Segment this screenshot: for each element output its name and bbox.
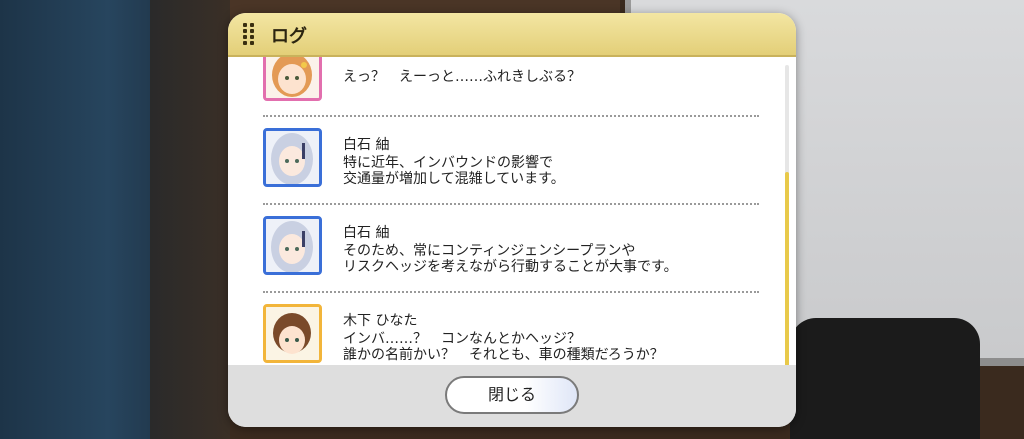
log-entry: 白石 紬 そのため、常にコンティンジェンシープランや リスクヘッジを考えながら行… [263,216,759,278]
dialogue-line: えっ？ えーっと……ふれきしぶる？ [343,69,581,85]
character-portrait-icon [263,304,322,363]
dialog-header: ログ [228,13,796,57]
background-door-frame [150,0,230,439]
dialogue-line: 誰かの名前かい？ それとも、車の種類だろうか？ [343,347,664,363]
dialog-title: ログ [271,26,307,47]
log-dialog: ログ えっ？ えーっと……ふれきしぶる？ 白石 紬 特に近年、インバウンドの影響… [228,13,796,427]
speaker-name: 白石 紬 [343,137,390,153]
entry-separator [263,115,759,117]
speaker-name: 木下 ひなた [343,313,418,329]
entry-separator [263,291,759,293]
dialogue-line: インバ……？ コンなんとかヘッジ？ [343,331,581,347]
character-portrait-icon [263,216,322,275]
log-entry: 木下 ひなた インバ……？ コンなんとかヘッジ？ 誰かの名前かい？ それとも、車… [263,304,759,363]
character-portrait-icon [263,57,322,101]
close-button[interactable]: 閉じる [445,376,579,414]
dialogue-line: そのため、常にコンティンジェンシープランや [343,243,636,259]
log-entry: 白石 紬 特に近年、インバウンドの影響で 交通量が増加して混雑しています。 [263,128,759,190]
dialogue-line: 特に近年、インバウンドの影響で [343,155,553,171]
scrollbar-thumb[interactable] [785,172,789,367]
log-scrollbar[interactable] [785,65,789,367]
character-portrait-icon [263,128,322,187]
speaker-name: 白石 紬 [343,225,390,241]
log-list[interactable]: えっ？ えーっと……ふれきしぶる？ 白石 紬 特に近年、インバウンドの影響で 交… [228,57,796,363]
log-entry: えっ？ えーっと……ふれきしぶる？ [263,57,759,104]
background-chair [790,318,980,439]
dialogue-line: 交通量が増加して混雑しています。 [343,171,565,187]
dialog-footer: 閉じる [228,365,796,427]
entry-separator [263,203,759,205]
grip-dots-icon[interactable] [243,23,257,45]
dialogue-line: リスクヘッジを考えながら行動することが大事です。 [343,259,678,275]
